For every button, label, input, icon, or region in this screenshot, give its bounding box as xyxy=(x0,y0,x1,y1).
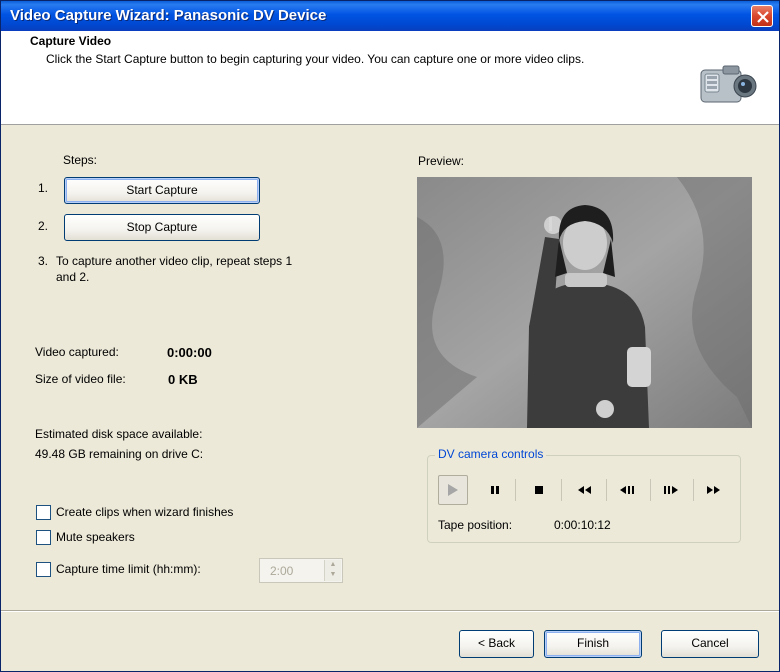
play-icon xyxy=(448,484,458,496)
spin-down-icon[interactable]: ▼ xyxy=(325,570,341,580)
stop-button[interactable] xyxy=(525,475,553,505)
disk-space-value: 49.48 GB remaining on drive C: xyxy=(35,447,204,461)
tape-position-value: 0:00:10:12 xyxy=(554,518,611,532)
time-limit-label: Capture time limit (hh:mm): xyxy=(56,562,201,576)
time-limit-checkbox[interactable] xyxy=(36,562,51,577)
steps-label: Steps: xyxy=(63,153,98,167)
time-limit-value: 2:00 xyxy=(270,564,294,578)
page-description: Click the Start Capture button to begin … xyxy=(46,52,585,66)
cancel-button[interactable]: Cancel xyxy=(661,630,759,658)
rewind-icon xyxy=(578,486,591,494)
pause-icon xyxy=(491,486,499,494)
fast-forward-icon xyxy=(707,486,720,494)
video-captured-label: Video captured: xyxy=(35,345,119,359)
step-1-number: 1. xyxy=(38,181,49,195)
time-limit-spinner[interactable]: 2:00 ▲ ▼ xyxy=(259,558,343,583)
fast-forward-button[interactable] xyxy=(698,475,730,505)
step-3-number: 3. xyxy=(38,254,49,268)
rewind-button[interactable] xyxy=(567,475,601,505)
play-button[interactable] xyxy=(438,475,468,505)
mute-speakers-label: Mute speakers xyxy=(56,530,135,544)
control-separator xyxy=(515,479,516,501)
page-title: Capture Video xyxy=(30,34,112,48)
spin-up-icon[interactable]: ▲ xyxy=(325,560,341,570)
step-3-text: To capture another video clip, repeat st… xyxy=(56,254,293,284)
close-icon xyxy=(757,11,769,23)
video-captured-value: 0:00:00 xyxy=(167,345,212,360)
create-clips-label: Create clips when wizard finishes xyxy=(56,505,234,519)
create-clips-checkbox[interactable] xyxy=(36,505,51,520)
title-bar[interactable]: Video Capture Wizard: Panasonic DV Devic… xyxy=(1,1,779,31)
preview-label: Preview: xyxy=(418,154,465,168)
stop-capture-button[interactable]: Stop Capture xyxy=(64,214,260,241)
camcorder-icon xyxy=(700,65,757,103)
step-back-icon xyxy=(620,486,634,494)
file-size-label: Size of video file: xyxy=(35,372,126,386)
wizard-header xyxy=(1,31,779,125)
close-button[interactable] xyxy=(751,5,773,27)
file-size-value: 0 KB xyxy=(168,372,198,387)
step-back-button[interactable] xyxy=(610,475,644,505)
disk-space-label: Estimated disk space available: xyxy=(35,427,203,441)
footer-divider xyxy=(1,610,779,612)
preview-frame xyxy=(417,177,752,428)
start-capture-button[interactable]: Start Capture xyxy=(64,177,260,204)
mute-speakers-checkbox[interactable] xyxy=(36,530,51,545)
wizard-window: Video Capture Wizard: Panasonic DV Devic… xyxy=(0,0,780,672)
step-forward-icon xyxy=(664,486,678,494)
stop-icon xyxy=(535,486,543,494)
tape-position-label: Tape position: xyxy=(438,518,513,532)
control-separator xyxy=(561,479,562,501)
back-button[interactable]: < Back xyxy=(459,630,534,658)
step-forward-button[interactable] xyxy=(654,475,688,505)
pause-button[interactable] xyxy=(481,475,509,505)
dv-camera-controls-title: DV camera controls xyxy=(435,447,547,461)
control-separator xyxy=(606,479,607,501)
window-title: Video Capture Wizard: Panasonic DV Devic… xyxy=(10,7,327,24)
finish-button[interactable]: Finish xyxy=(544,630,642,658)
video-preview xyxy=(417,177,752,428)
control-separator xyxy=(650,479,651,501)
control-separator xyxy=(693,479,694,501)
step-2-number: 2. xyxy=(38,219,49,233)
